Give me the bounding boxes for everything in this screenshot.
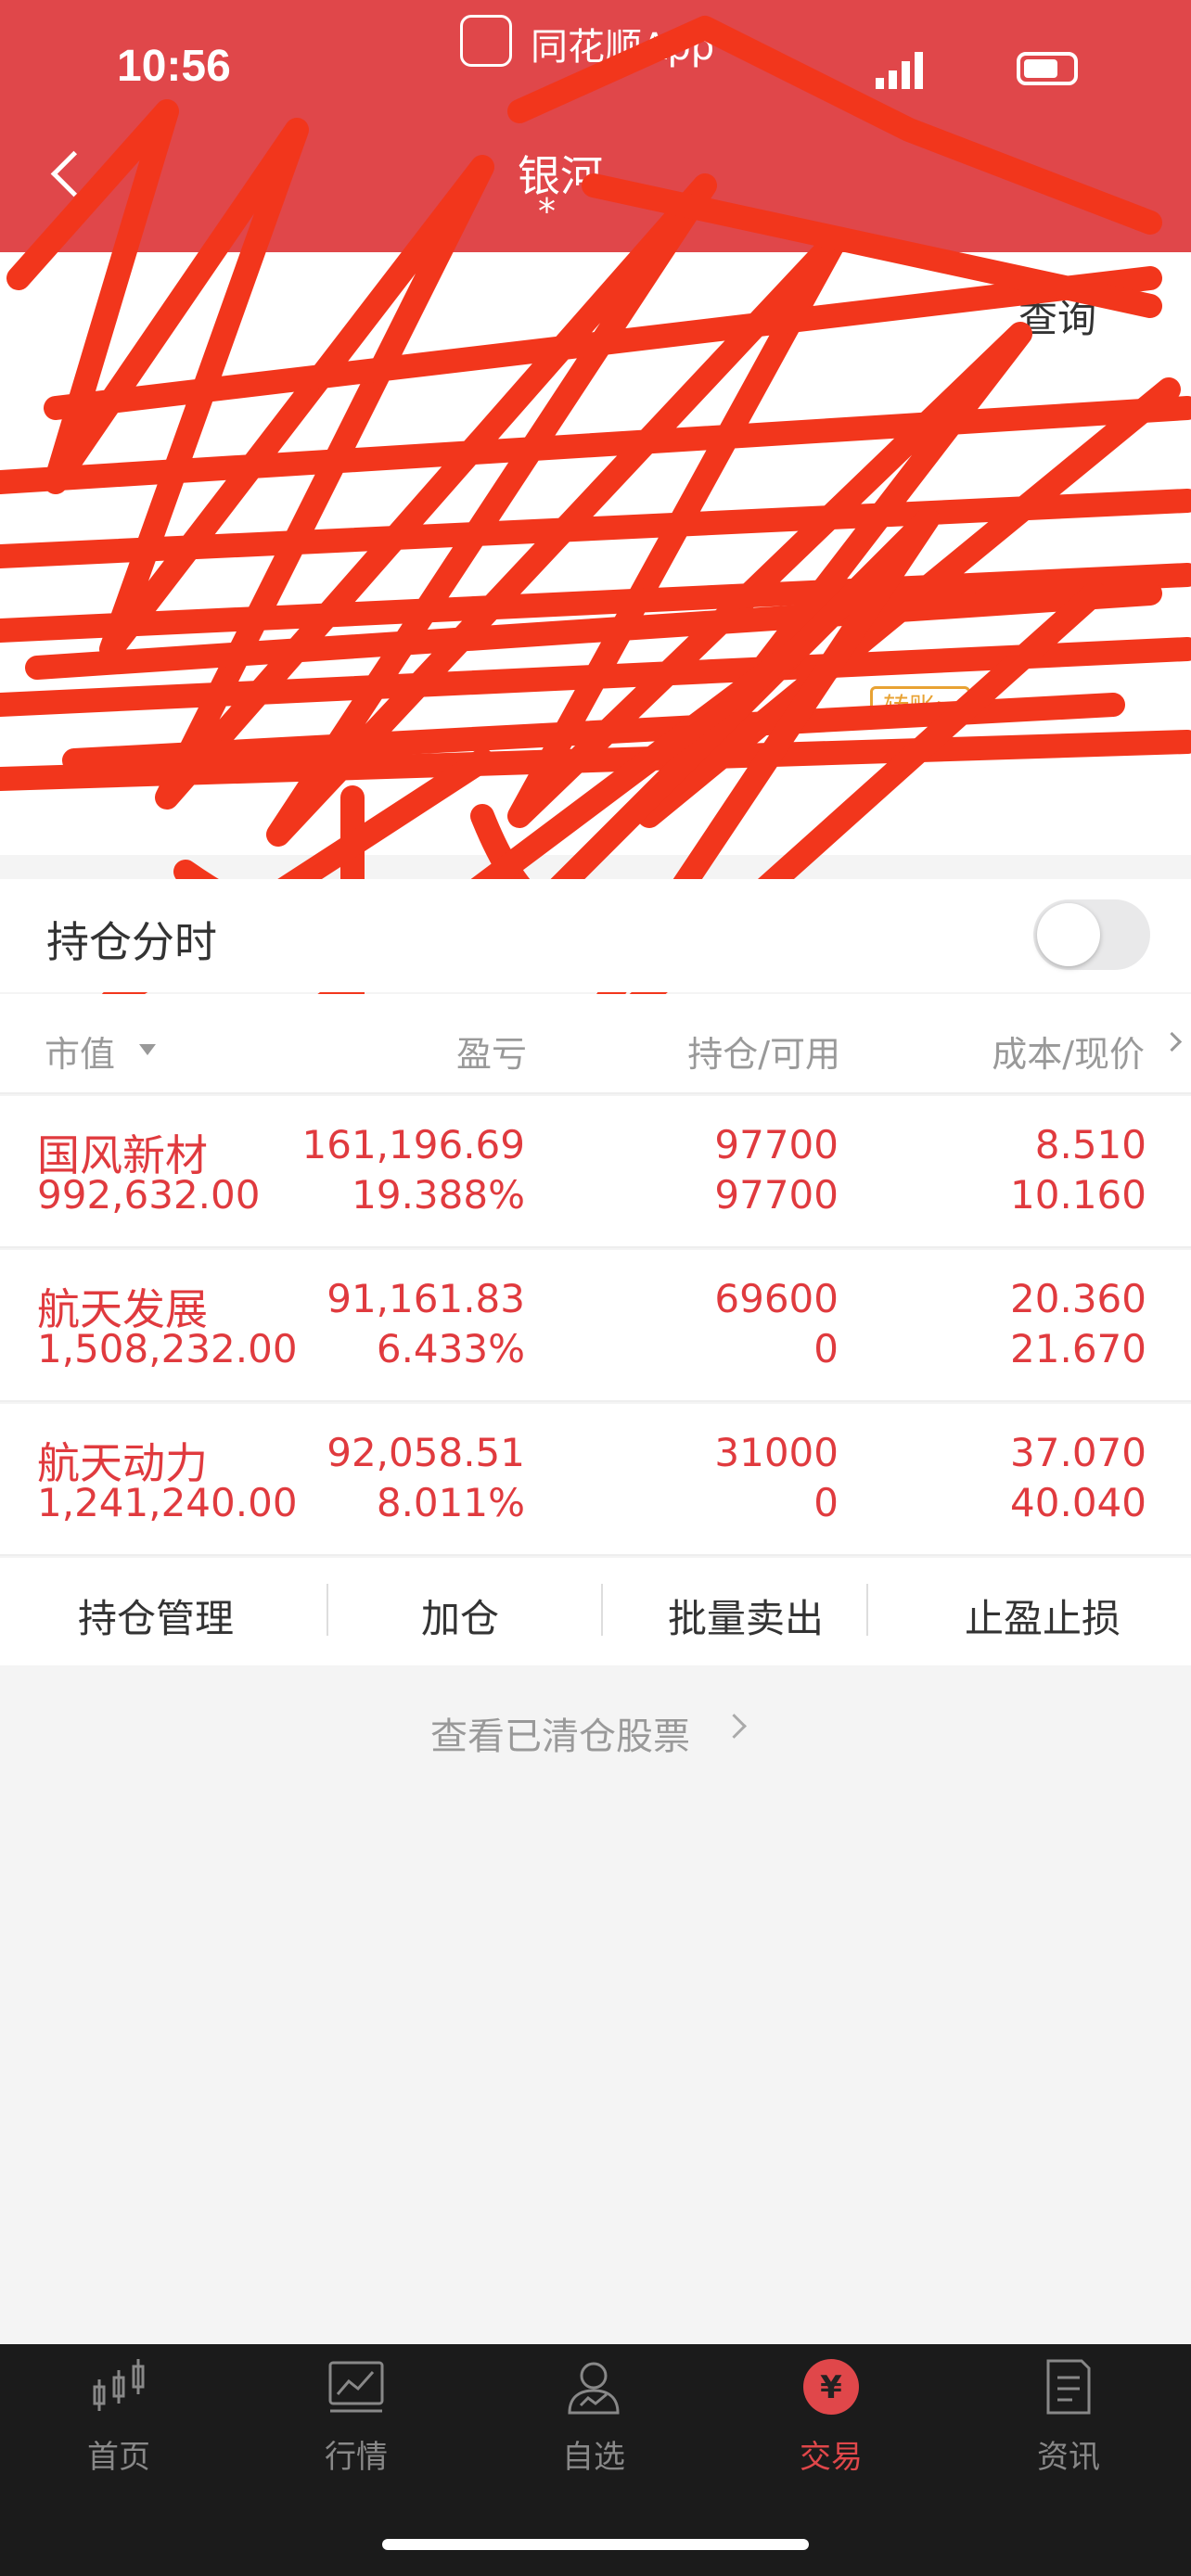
holding-qty: 31000 [714,1430,839,1475]
toggle-knob [1037,903,1100,966]
user-icon [568,2362,620,2415]
current-price: 10.160 [1010,1172,1146,1218]
battery-level [1024,59,1057,78]
manage-positions-button[interactable]: 持仓管理 [78,1588,234,1644]
available-qty: 0 [813,1326,839,1371]
market-value: 992,632.00 [37,1172,261,1218]
tab-watchlist[interactable]: 自选 [475,2355,712,2477]
status-time: 10:56 [117,42,231,91]
table-row[interactable]: 航天发展 1,508,232.00 91,161.83 6.433% 69600… [0,1250,1191,1402]
yen-icon: ¥ [803,2359,859,2415]
column-market-value[interactable]: 市值 [45,1026,115,1077]
transfer-button[interactable]: 转账> [870,686,970,723]
tab-market[interactable]: 行情 [237,2355,475,2477]
market-value: 1,508,232.00 [37,1326,298,1371]
tab-label: 行情 [325,2439,388,2476]
current-price: 40.040 [1010,1480,1146,1525]
signal-icon [876,52,923,89]
profit-loss: 161,196.69 [301,1122,525,1167]
divider [327,1584,328,1636]
tab-label: 自选 [562,2439,625,2476]
profit-loss-pct: 19.388% [352,1172,525,1218]
tab-label: 首页 [87,2439,150,2476]
cost-price: 8.510 [1034,1122,1146,1167]
profit-loss-pct: 6.433% [376,1326,525,1371]
page-subtitle: * [538,191,556,232]
home-indicator [382,2539,809,2550]
view-cleared-stocks-link[interactable]: 查看已清仓股票 [430,1706,690,1760]
candlestick-icon [93,2359,145,2411]
chart-icon [328,2361,384,2413]
column-profit-loss[interactable]: 盈亏 [456,1026,527,1077]
available-qty: 97700 [714,1172,839,1218]
tab-query[interactable]: 查询 [1018,287,1096,344]
tab-news[interactable]: 资讯 [950,2355,1187,2477]
chevron-right-icon[interactable] [722,1714,747,1739]
tab-label: 资讯 [1037,2439,1100,2476]
page-title: 银河 [518,151,603,201]
column-position[interactable]: 持仓/可用 [687,1026,840,1077]
status-app-name: 同花顺App [531,26,715,69]
table-row[interactable]: 航天动力 1,241,240.00 92,058.51 8.011% 31000… [0,1404,1191,1556]
add-position-button[interactable]: 加仓 [421,1588,499,1644]
split-view-label: 持仓分时 [46,917,217,967]
sort-down-icon[interactable] [139,1044,156,1055]
holding-qty: 69600 [714,1276,839,1321]
batch-sell-button[interactable]: 批量卖出 [668,1588,824,1644]
tab-trade[interactable]: ¥ 交易 [712,2355,950,2477]
table-row[interactable]: 国风新材 992,632.00 161,196.69 19.388% 97700… [0,1096,1191,1248]
cost-price: 37.070 [1010,1430,1146,1475]
profit-loss: 91,161.83 [327,1276,525,1321]
current-price: 21.670 [1010,1326,1146,1371]
market-value: 1,241,240.00 [37,1480,298,1525]
profit-loss-pct: 8.011% [376,1480,525,1525]
available-qty: 0 [813,1480,839,1525]
column-cost-price[interactable]: 成本/现价 [992,1026,1145,1077]
tab-label: 交易 [800,2439,863,2476]
profit-loss: 92,058.51 [327,1430,525,1475]
cost-price: 20.360 [1010,1276,1146,1321]
document-icon [1046,2359,1091,2415]
tab-home[interactable]: 首页 [0,2355,237,2477]
holding-qty: 97700 [714,1122,839,1167]
account-panel [0,252,1191,855]
divider [601,1584,603,1636]
divider [866,1584,868,1636]
svg-text:¥: ¥ [820,2369,842,2406]
stop-profit-loss-button[interactable]: 止盈止损 [965,1588,1121,1644]
app-logo-icon [460,15,512,67]
